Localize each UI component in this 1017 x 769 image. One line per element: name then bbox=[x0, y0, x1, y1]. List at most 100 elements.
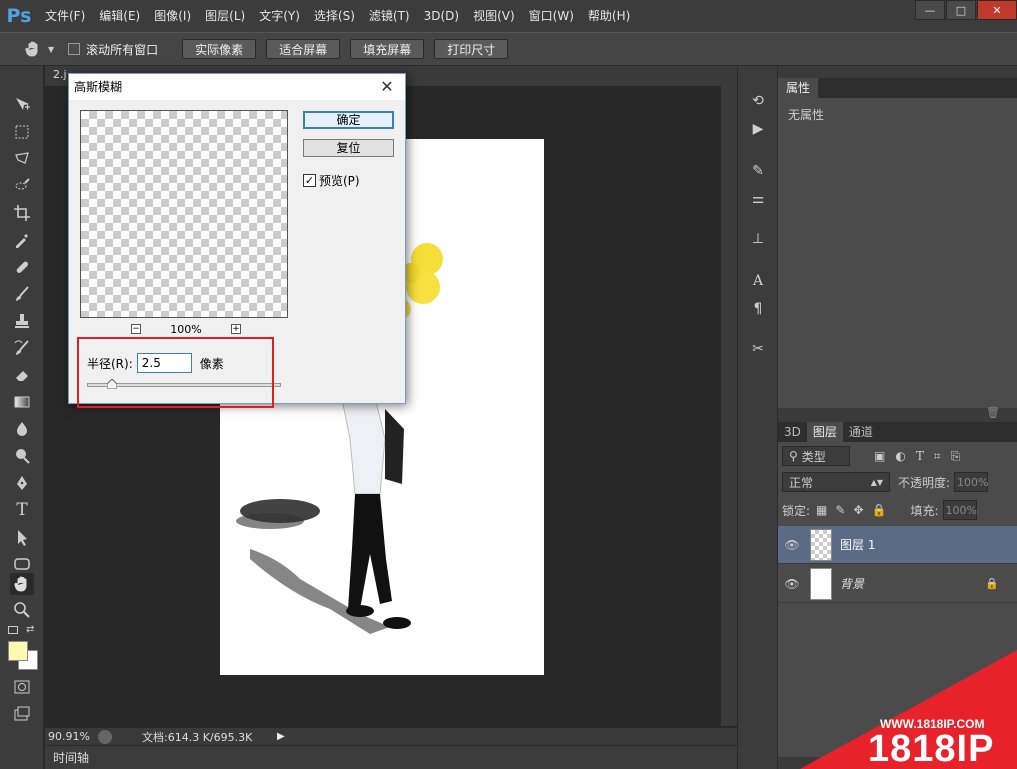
adjustments-icon[interactable]: ⚌ bbox=[746, 188, 770, 210]
tab-layers[interactable]: 图层 bbox=[806, 422, 843, 442]
fill-screen-button[interactable]: 填充屏幕 bbox=[350, 39, 425, 59]
screen-mode-icon[interactable] bbox=[10, 703, 34, 725]
eyedropper-tool-icon[interactable] bbox=[10, 229, 34, 251]
blend-mode-dropdown[interactable]: 正常 ▲▼ bbox=[782, 472, 890, 492]
menu-select[interactable]: 选择(S) bbox=[307, 0, 362, 32]
menu-file[interactable]: 文件(F) bbox=[38, 0, 92, 32]
status-info-icon[interactable] bbox=[98, 729, 112, 744]
status-menu-arrow-icon[interactable]: ▶ bbox=[277, 731, 285, 742]
type-tool-icon[interactable]: T bbox=[10, 499, 34, 521]
menu-3d[interactable]: 3D(D) bbox=[417, 0, 466, 32]
history-brush-tool-icon[interactable] bbox=[10, 337, 34, 359]
blur-tool-icon[interactable] bbox=[10, 418, 34, 440]
tool-presets-icon[interactable]: ✂ bbox=[746, 338, 770, 360]
tab-3d[interactable]: 3D bbox=[778, 422, 807, 442]
fit-screen-button[interactable]: 适合屏幕 bbox=[266, 39, 341, 59]
visibility-eye-icon[interactable]: 👁 bbox=[778, 538, 806, 552]
visibility-eye-icon[interactable]: 👁 bbox=[778, 577, 806, 591]
checkmark-icon[interactable]: ✓ bbox=[303, 174, 316, 187]
brush-tool-icon[interactable] bbox=[10, 283, 34, 305]
ok-button[interactable]: 确定 bbox=[303, 111, 394, 129]
no-properties-text: 无属性 bbox=[788, 108, 825, 122]
menu-filter[interactable]: 滤镜(T) bbox=[362, 0, 417, 32]
zoom-in-button[interactable]: + bbox=[230, 324, 241, 334]
menu-edit[interactable]: 编辑(E) bbox=[92, 0, 147, 32]
lock-transparent-icon[interactable]: ▦ bbox=[816, 503, 827, 517]
zoom-tool-icon[interactable] bbox=[10, 599, 34, 621]
filter-adjustment-icon[interactable]: ◐ bbox=[895, 449, 905, 463]
filter-shape-icon[interactable]: ⌗ bbox=[934, 449, 941, 464]
lock-fill-row: 锁定: ▦ ✎ ✥ 🔒 填充: 100% bbox=[782, 499, 1013, 521]
clone-stamp-tool-icon[interactable] bbox=[10, 310, 34, 332]
clone-source-icon[interactable]: ⊥ bbox=[746, 228, 770, 250]
document-tab[interactable]: 2.j bbox=[53, 68, 67, 81]
character-panel-icon[interactable]: A bbox=[746, 270, 770, 292]
reset-button[interactable]: 复位 bbox=[303, 139, 394, 157]
tab-properties[interactable]: 属性 bbox=[778, 78, 819, 98]
checkbox-box[interactable] bbox=[68, 43, 81, 55]
menu-view[interactable]: 视图(V) bbox=[466, 0, 522, 32]
brush-presets-icon[interactable]: ✎ bbox=[746, 160, 770, 182]
photoshop-window: Ps 文件(F) 编辑(E) 图像(I) 图层(L) 文字(Y) 选择(S) 滤… bbox=[0, 0, 1017, 769]
dialog-title[interactable]: 高斯模糊 bbox=[69, 74, 405, 100]
scroll-all-windows-checkbox[interactable]: 滚动所有窗口 bbox=[68, 41, 158, 58]
layers-panel-header: 3D 图层 通道 bbox=[778, 422, 1017, 442]
print-size-button[interactable]: 打印尺寸 bbox=[434, 39, 509, 59]
marquee-tool-icon[interactable] bbox=[10, 121, 34, 143]
menu-layer[interactable]: 图层(L) bbox=[198, 0, 252, 32]
shape-tool-icon[interactable] bbox=[10, 553, 34, 575]
timeline-label: 时间轴 bbox=[53, 751, 90, 765]
preview-label: 预览(P) bbox=[319, 174, 360, 188]
quick-selection-tool-icon[interactable] bbox=[10, 175, 34, 197]
fill-input[interactable]: 100% bbox=[942, 500, 977, 520]
foreground-color-swatch[interactable] bbox=[8, 641, 28, 661]
tab-channels[interactable]: 通道 bbox=[843, 422, 879, 442]
eraser-tool-icon[interactable] bbox=[10, 364, 34, 386]
hand-tool-icon[interactable] bbox=[10, 573, 34, 595]
layer-row-layer1[interactable]: 👁 图层 1 bbox=[778, 526, 1017, 564]
hand-tool-icon[interactable] bbox=[24, 40, 42, 58]
quick-mask-icon[interactable] bbox=[10, 676, 34, 698]
tool-preset-chevron-icon[interactable]: ▼ bbox=[48, 45, 54, 54]
maximize-button[interactable]: □ bbox=[946, 0, 976, 20]
filter-smart-object-icon[interactable]: ⎘ bbox=[951, 449, 961, 464]
history-panel-icon[interactable]: ⟲ bbox=[746, 90, 770, 112]
close-icon[interactable]: ✕ bbox=[377, 77, 397, 97]
minimize-button[interactable]: — bbox=[915, 0, 945, 20]
fill-label: 填充: bbox=[910, 503, 939, 518]
swap-colors-icon[interactable]: ⇄ bbox=[26, 624, 34, 635]
filter-type-icon[interactable]: T bbox=[916, 449, 924, 463]
lock-pixels-icon[interactable]: ✎ bbox=[835, 503, 845, 517]
menu-image[interactable]: 图像(I) bbox=[147, 0, 198, 32]
path-selection-tool-icon[interactable] bbox=[10, 526, 34, 548]
lock-position-icon[interactable]: ✥ bbox=[853, 503, 863, 517]
layer-filter-dropdown[interactable]: ⚲ 类型 bbox=[782, 446, 850, 466]
lasso-tool-icon[interactable] bbox=[10, 148, 34, 170]
actual-pixels-button[interactable]: 实际像素 bbox=[182, 39, 257, 59]
actions-play-icon[interactable]: ▶ bbox=[746, 118, 770, 140]
opacity-input[interactable]: 100% bbox=[954, 472, 989, 492]
zoom-out-button[interactable]: − bbox=[131, 324, 141, 334]
move-tool-icon[interactable] bbox=[10, 94, 34, 116]
timeline-panel-tab[interactable]: 时间轴 bbox=[45, 745, 737, 769]
paragraph-panel-icon[interactable]: ¶ bbox=[746, 298, 770, 320]
default-colors-icon[interactable] bbox=[8, 626, 18, 634]
layer-row-background[interactable]: 👁 背景 🔒 bbox=[778, 565, 1017, 603]
healing-brush-tool-icon[interactable] bbox=[10, 256, 34, 278]
document-vertical-scrollbar[interactable] bbox=[721, 86, 737, 726]
pen-tool-icon[interactable] bbox=[10, 472, 34, 494]
preview-checkbox[interactable]: ✓ 预览(P) bbox=[303, 172, 360, 189]
blend-mode-value: 正常 bbox=[789, 475, 814, 490]
zoom-level[interactable]: 90.91% bbox=[48, 730, 98, 743]
close-button[interactable]: ✕ bbox=[977, 0, 1017, 20]
lock-all-icon[interactable]: 🔒 bbox=[872, 503, 887, 517]
properties-trash-icon[interactable]: 🗑 bbox=[986, 406, 1000, 419]
menu-window[interactable]: 窗口(W) bbox=[522, 0, 581, 32]
dodge-tool-icon[interactable] bbox=[10, 445, 34, 467]
menu-help[interactable]: 帮助(H) bbox=[581, 0, 637, 32]
filter-preview-area[interactable] bbox=[80, 110, 288, 318]
gradient-tool-icon[interactable] bbox=[10, 391, 34, 413]
crop-tool-icon[interactable] bbox=[10, 202, 34, 224]
menu-type[interactable]: 文字(Y) bbox=[252, 0, 307, 32]
filter-pixel-icon[interactable]: ▣ bbox=[874, 449, 885, 463]
